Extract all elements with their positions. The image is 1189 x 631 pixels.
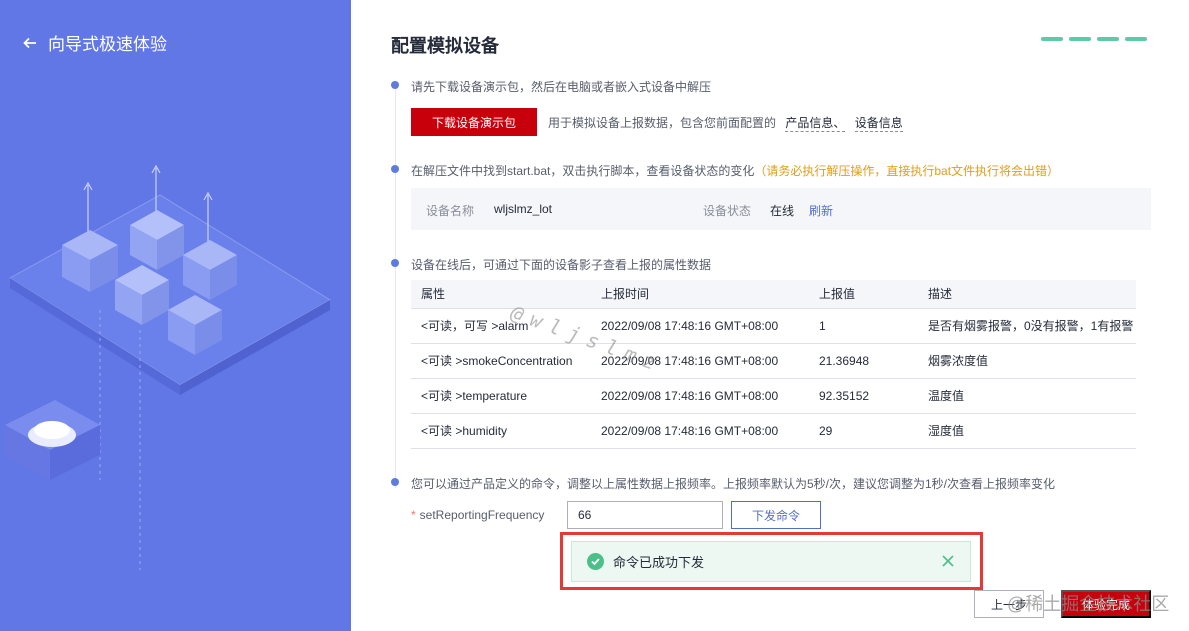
progress-step [1097, 37, 1119, 41]
step-dot [391, 81, 399, 89]
frequency-label-text: setReportingFrequency [419, 508, 545, 522]
table-header: 描述 [918, 280, 1136, 309]
back-link[interactable]: 向导式极速体验 [22, 30, 167, 55]
progress-step [1069, 37, 1091, 41]
table-cell: 温度值 [918, 378, 1136, 414]
download-demo-button[interactable]: 下载设备演示包 [411, 108, 537, 136]
table-row: <可读 >temperature 2022/09/08 17:48:16 GMT… [411, 378, 1136, 414]
table-row: <可读，可写 >alarm 2022/09/08 17:48:16 GMT+08… [411, 308, 1136, 344]
device-status-label: 设备状态 [703, 204, 752, 218]
timeline-line [395, 88, 396, 488]
device-info-link[interactable]: 设备信息 [854, 116, 903, 132]
table-cell: 92.35152 [809, 378, 918, 414]
finish-button[interactable]: 体验完成 [1061, 590, 1151, 618]
table-row: <可读 >smokeConcentration 2022/09/08 17:48… [411, 343, 1136, 379]
frequency-label: * setReportingFrequency [411, 508, 544, 522]
product-info-link[interactable]: 产品信息、 [785, 116, 846, 132]
table-cell: <可读 >temperature [411, 378, 591, 414]
table-cell: <可读 >humidity [411, 413, 591, 449]
success-toast: 命令已成功下发 [571, 541, 971, 582]
send-command-button[interactable]: 下发命令 [731, 501, 821, 529]
device-shadow-table: 属性 上报时间 上报值 描述 <可读，可写 >alarm 2022/09/08 … [411, 280, 1136, 449]
step2-text: 在解压文件中找到start.bat，双击执行脚本，查看设备状态的变化（请务必执行… [411, 162, 1059, 179]
progress-indicator [1041, 37, 1147, 41]
progress-step [1125, 37, 1147, 41]
step2-instruction: 在解压文件中找到start.bat，双击执行脚本，查看设备状态的变化 [411, 164, 755, 178]
step1-text: 请先下载设备演示包，然后在电脑或者嵌入式设备中解压 [411, 80, 712, 94]
device-name-value: wljslmz_lot [494, 202, 553, 216]
table-cell: <可读，可写 >alarm [411, 308, 591, 344]
table-header: 上报时间 [591, 280, 809, 309]
step3-text: 设备在线后，可通过下面的设备影子查看上报的属性数据 [411, 258, 712, 272]
main-content: 配置模拟设备 请先下载设备演示包，然后在电脑或者嵌入式设备中解压 下载设备演示包… [351, 0, 1189, 631]
table-cell: <可读 >smokeConcentration [411, 343, 591, 379]
frequency-input[interactable] [567, 501, 723, 529]
table-header: 上报值 [809, 280, 918, 309]
table-cell: 是否有烟雾报警，0没有报警，1有报警 [918, 308, 1136, 344]
table-cell: 湿度值 [918, 413, 1136, 449]
page-title: 配置模拟设备 [391, 36, 499, 56]
table-cell: 29 [809, 413, 918, 449]
back-label: 向导式极速体验 [48, 35, 167, 54]
device-status-panel: 设备名称 wljslmz_lot 设备状态 在线 刷新 [411, 188, 1151, 230]
table-header: 属性 [411, 280, 591, 309]
prev-step-button[interactable]: 上一步 [974, 590, 1044, 618]
table-cell: 2022/09/08 17:48:16 GMT+08:00 [591, 308, 809, 344]
table-cell: 21.36948 [809, 343, 918, 379]
table-cell: 2022/09/08 17:48:16 GMT+08:00 [591, 343, 809, 379]
table-cell: 2022/09/08 17:48:16 GMT+08:00 [591, 413, 809, 449]
required-mark: * [411, 508, 416, 522]
table-cell: 2022/09/08 17:48:16 GMT+08:00 [591, 378, 809, 414]
step1-desc-text: 用于模拟设备上报数据，包含您前面配置的 [548, 116, 777, 130]
back-arrow-icon [23, 37, 36, 48]
iot-illustration [5, 164, 331, 570]
table-cell: 烟雾浓度值 [918, 343, 1136, 379]
toast-message: 命令已成功下发 [613, 555, 705, 570]
progress-step [1041, 37, 1063, 41]
step1-description: 用于模拟设备上报数据，包含您前面配置的 产品信息、 设备信息 [548, 114, 903, 132]
step2-warning: （请务必执行解压操作，直接执行bat文件执行将会出错） [754, 164, 1060, 178]
device-status-value: 在线 [770, 204, 795, 218]
table-cell: 1 [809, 308, 918, 344]
table-header-row: 属性 上报时间 上报值 描述 [411, 280, 1136, 309]
step-dot [391, 165, 399, 173]
check-circle-icon [587, 553, 604, 570]
step4-text: 您可以通过产品定义的命令，调整以上属性数据上报频率。上报频率默认为5秒/次，建议… [411, 477, 1056, 491]
step-dot [391, 259, 399, 267]
refresh-link[interactable]: 刷新 [809, 202, 833, 219]
device-name-label: 设备名称 [426, 204, 475, 218]
step-dot [391, 478, 399, 486]
table-row: <可读 >humidity 2022/09/08 17:48:16 GMT+08… [411, 413, 1136, 449]
close-icon[interactable] [941, 554, 955, 568]
left-panel: 向导式极速体验 [0, 0, 351, 631]
